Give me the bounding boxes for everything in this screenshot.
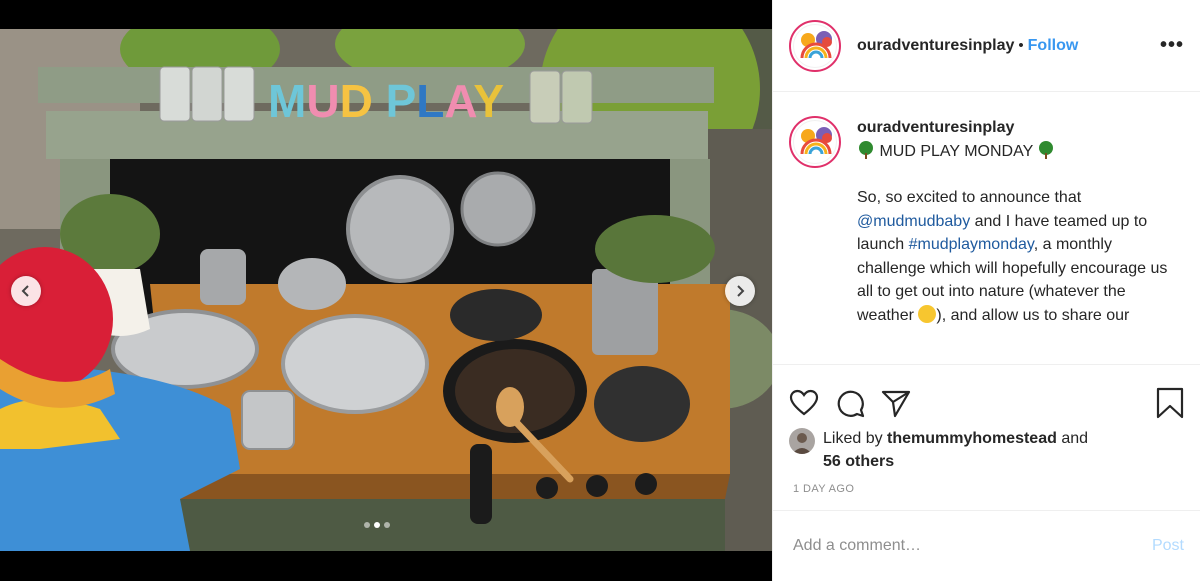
rainbow-logo-icon	[800, 127, 832, 155]
user-photo-icon	[792, 433, 812, 454]
action-icons	[773, 365, 1200, 427]
caption-paragraph: So, so excited to announce that @mudmudb…	[857, 186, 1177, 327]
header-separator: •	[1018, 37, 1024, 54]
likes-others-link[interactable]: 56 others	[823, 453, 894, 470]
comment-icon[interactable]	[835, 388, 865, 418]
avatar[interactable]	[789, 19, 841, 72]
carousel-indicator	[364, 522, 390, 528]
caption-avatar[interactable]	[789, 116, 841, 168]
hashtag-link[interactable]: #mudplaymonday	[909, 236, 1034, 253]
post-timestamp[interactable]: 1 DAY AGO	[773, 473, 1200, 495]
header-username[interactable]: ouradventuresinplay	[857, 37, 1014, 55]
caption-title: MUD PLAY MONDAY	[879, 142, 1033, 160]
follow-button[interactable]: Follow	[1028, 37, 1079, 55]
bookmark-icon[interactable]	[1156, 387, 1184, 419]
share-icon[interactable]	[881, 388, 911, 418]
post-sidebar: ouradventuresinplay • Follow ••• ouradve…	[772, 0, 1200, 581]
rainbow-logo-icon	[800, 30, 832, 58]
likes-joiner: and	[1056, 430, 1089, 447]
mention-link[interactable]: @mudmudbaby	[857, 213, 970, 230]
more-options-button[interactable]: •••	[1160, 34, 1184, 57]
caption-end: ), and allow us to share our	[936, 306, 1130, 324]
caption-title-line: MUD PLAY MONDAY	[857, 140, 1177, 164]
mud-play-sign: MUD PLAY	[268, 75, 504, 127]
chevron-left-icon	[21, 285, 29, 297]
tree-icon	[1039, 140, 1054, 159]
carousel-dot-active	[374, 522, 380, 528]
post-actions: Liked by themummyhomestead and 56 others…	[773, 364, 1200, 509]
likes-prefix: Liked by	[823, 430, 888, 447]
previous-slide-button[interactable]	[11, 276, 41, 306]
sweat-smile-emoji-icon	[918, 304, 937, 323]
liker-username[interactable]: themummyhomestead	[887, 430, 1057, 447]
instagram-post-view: MUD PLAY ouradventuresinplay • Follow ••…	[0, 0, 1200, 581]
carousel-dot	[364, 522, 370, 528]
chevron-right-icon	[737, 285, 745, 297]
mud-kitchen-photo: MUD PLAY	[0, 29, 772, 551]
liker-avatar[interactable]	[789, 428, 815, 454]
caption-text: ouradventuresinplay MUD PLAY MONDAY So, …	[857, 116, 1177, 364]
post-header: ouradventuresinplay • Follow •••	[773, 0, 1200, 92]
post-media: MUD PLAY	[0, 0, 772, 581]
heart-icon[interactable]	[789, 389, 819, 417]
next-slide-button[interactable]	[725, 276, 755, 306]
tree-icon	[859, 140, 873, 159]
caption-intro: So, so excited to announce that	[857, 189, 1082, 206]
caption-area: ouradventuresinplay MUD PLAY MONDAY So, …	[773, 92, 1200, 364]
post-photo[interactable]: MUD PLAY	[0, 29, 772, 551]
likes-summary: Liked by themummyhomestead and 56 others	[773, 427, 1200, 473]
caption-username[interactable]: ouradventuresinplay	[857, 116, 1177, 140]
comment-input[interactable]: Add a comment…	[793, 537, 921, 555]
post-comment-button[interactable]: Post	[1152, 537, 1184, 555]
comment-box: Add a comment… Post	[773, 510, 1200, 581]
carousel-dot	[384, 522, 390, 528]
likes-text: Liked by themummyhomestead and 56 others	[823, 427, 1088, 473]
